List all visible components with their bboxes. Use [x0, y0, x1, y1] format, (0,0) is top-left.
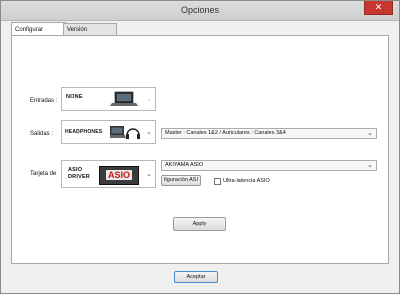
- close-icon: ✕: [374, 2, 383, 12]
- input-device-selector[interactable]: NONE ⌄: [61, 87, 156, 111]
- title-bar[interactable]: Opciones ✕: [1, 1, 399, 21]
- laptop-icon: [110, 91, 138, 106]
- output-channel-select[interactable]: Master : Canales 1&2 / Auriculares : Can…: [161, 128, 377, 139]
- chevron-down-icon: ⌄: [367, 130, 373, 137]
- chevron-down-icon: ⌄: [146, 96, 152, 103]
- chevron-down-icon: ⌄: [146, 129, 152, 136]
- salidas-label: Salidas :: [30, 131, 54, 137]
- sound-settings-panel: Entradas : NONE ⌄ Salidas : HEADPHONES ⌄: [11, 35, 389, 264]
- headphones-icon: [110, 126, 140, 139]
- low-latency-label: Ultra-latencia ASIO: [223, 178, 270, 184]
- close-button[interactable]: ✕: [364, 1, 393, 15]
- accept-button[interactable]: Aceptar: [174, 271, 218, 283]
- asio-badge-text: ASIO: [106, 170, 132, 180]
- apply-button[interactable]: Apply: [173, 217, 226, 231]
- soundcard-logo-line2: DRIVER: [68, 174, 90, 180]
- tarjeta-label: Tarjeta de: [30, 171, 57, 177]
- dialog-footer: Aceptar: [1, 267, 399, 293]
- output-device-selector[interactable]: HEADPHONES ⌄: [61, 120, 156, 144]
- chevron-down-icon: ⌄: [146, 171, 152, 178]
- soundcard-driver-value: AKIYAMA ASIO: [165, 162, 204, 168]
- chevron-down-icon: ⌄: [367, 162, 373, 169]
- output-device-logo: HEADPHONES: [65, 129, 103, 135]
- soundcard-selector[interactable]: ASIO DRIVER ASIO ⌄: [61, 160, 156, 188]
- soundcard-driver-select[interactable]: AKIYAMA ASIO ⌄: [161, 160, 377, 171]
- soundcard-logo-line1: ASIO: [68, 167, 83, 173]
- soundcard-logo: ASIO DRIVER: [68, 167, 90, 181]
- options-window: Opciones ✕ Configurar Sonido Versión Com…: [0, 0, 400, 294]
- tab-configurar-sonido[interactable]: Configurar Sonido: [11, 22, 66, 47]
- asio-badge-icon: ASIO: [99, 166, 139, 185]
- asio-config-button[interactable]: figuración ASI: [161, 175, 201, 186]
- input-device-logo: NONE: [66, 94, 83, 100]
- low-latency-checkbox[interactable]: [214, 178, 221, 185]
- output-channel-value: Master : Canales 1&2 / Auriculares : Can…: [165, 130, 286, 136]
- entradas-label: Entradas :: [30, 98, 58, 104]
- window-title: Opciones: [180, 5, 220, 15]
